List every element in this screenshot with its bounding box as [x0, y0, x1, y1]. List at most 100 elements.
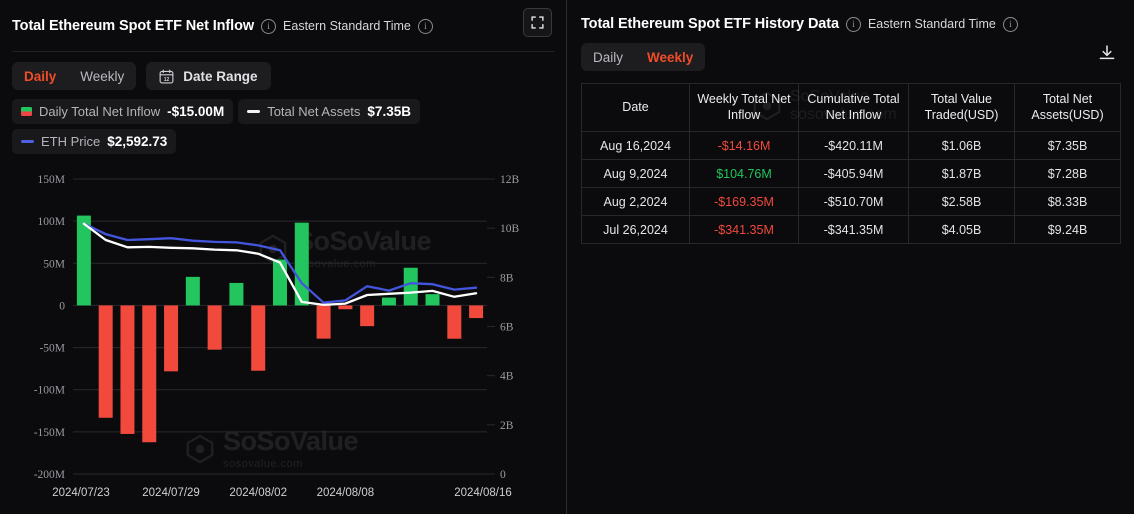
timezone-label: Eastern Standard Time [867, 17, 996, 31]
cell-total-net-assets: $9.24B [1014, 215, 1121, 244]
table-row[interactable]: Jul 26,2024 -$341.35M -$341.35M $4.05B $9.24… [581, 215, 1121, 244]
bar [447, 305, 462, 339]
legend-label: ETH Price [41, 134, 101, 149]
legend-daily-net-inflow[interactable]: Daily Total Net Inflow -$15.00M [12, 99, 234, 124]
timezone-label: Eastern Standard Time [283, 19, 411, 33]
legend-value: $2,592.73 [107, 134, 168, 149]
date-range-button[interactable]: 12 Date Range [146, 62, 271, 90]
cell-total-value-traded: $2.58B [908, 187, 1015, 216]
table-header-row: Date Weekly Total Net Inflow Cumulative … [581, 83, 1121, 132]
cell-total-net-assets: $8.33B [1014, 187, 1121, 216]
x-axis-tick-label: 2024/08/16 [454, 487, 512, 499]
bar [469, 305, 484, 319]
chart-legend: Daily Total Net Inflow -$15.00M Total Ne… [0, 90, 566, 154]
legend-label: Total Net Assets [267, 104, 361, 119]
calendar-icon: 12 [159, 69, 174, 84]
download-button[interactable] [1096, 42, 1118, 64]
col-date[interactable]: Date [581, 83, 690, 132]
y2-axis-tick-label: 6B [500, 322, 514, 334]
right-panel-header: Total Ethereum Spot ETF History Data i E… [567, 0, 1134, 32]
etf-dashboard: Total Ethereum Spot ETF Net Inflow i Eas… [0, 0, 1134, 514]
y2-axis-tick-label: 2B [500, 420, 514, 432]
tab-weekly[interactable]: Weekly [635, 43, 705, 71]
cell-weekly-net-inflow: -$169.35M [689, 187, 799, 216]
y-axis-tick-label: 50M [43, 258, 65, 270]
col-total-value-traded[interactable]: Total Value Traded(USD) [908, 83, 1015, 132]
x-axis-tick-label: 2024/07/29 [142, 487, 200, 499]
legend-eth-price[interactable]: ETH Price $2,592.73 [12, 129, 177, 154]
tab-weekly[interactable]: Weekly [68, 62, 136, 90]
y2-axis-tick-label: 4B [500, 371, 514, 383]
x-axis-tick-label: 2024/08/02 [229, 487, 287, 499]
y-axis-tick-label: -200M [34, 469, 65, 481]
cell-cumulative-net-inflow: -$341.35M [798, 215, 909, 244]
col-weekly-net-inflow[interactable]: Weekly Total Net Inflow [689, 83, 799, 132]
cell-total-value-traded: $4.05B [908, 215, 1015, 244]
bar [76, 215, 91, 306]
cell-date: Aug 9,2024 [581, 159, 690, 188]
y2-axis-tick-label: 10B [500, 223, 520, 235]
timezone-info-icon[interactable]: i [417, 18, 433, 34]
cell-weekly-net-inflow: -$14.16M [689, 131, 799, 160]
tab-daily[interactable]: Daily [12, 62, 68, 90]
bar [273, 259, 287, 306]
y2-axis-tick-label: 12B [500, 174, 520, 186]
cell-weekly-net-inflow: -$341.35M [689, 215, 799, 244]
fullscreen-button[interactable] [523, 8, 552, 37]
chart-canvas: 150M 100M 50M 0 -50M -100M -150M -200M 12B 10B 8B 6… [34, 174, 520, 499]
col-total-net-assets[interactable]: Total Net Assets(USD) [1014, 83, 1121, 132]
bar [164, 305, 179, 372]
timezone-info-icon[interactable]: i [1002, 16, 1018, 32]
history-table: Date Weekly Total Net Inflow Cumulative … [581, 83, 1121, 244]
history-data-panel: Total Ethereum Spot ETF History Data i E… [567, 0, 1134, 514]
line-marker-icon [247, 109, 261, 114]
left-panel-header: Total Ethereum Spot ETF Net Inflow i Eas… [0, 0, 566, 42]
y-axis-tick-label: -150M [34, 427, 65, 439]
cell-cumulative-net-inflow: -$510.70M [798, 187, 909, 216]
info-icon[interactable]: i [261, 18, 277, 34]
legend-value: $7.35B [367, 104, 411, 119]
bar [98, 305, 113, 418]
bar [185, 276, 200, 306]
bar [338, 305, 353, 310]
y-axis-tick-label: -100M [34, 385, 65, 397]
cell-total-value-traded: $1.06B [908, 131, 1015, 160]
left-toolbar: Daily Weekly 12 Date Range [0, 52, 566, 90]
x-axis-tick-label: 2024/07/23 [52, 487, 110, 499]
svg-text:12: 12 [164, 77, 170, 83]
y-axis-tick-label: 150M [38, 174, 65, 186]
bar [207, 305, 222, 350]
cell-total-net-assets: $7.35B [1014, 131, 1121, 160]
legend-total-net-assets[interactable]: Total Net Assets $7.35B [238, 99, 420, 124]
fullscreen-icon [531, 16, 544, 29]
cell-date: Jul 26,2024 [581, 215, 690, 244]
bar [229, 282, 244, 306]
table-row[interactable]: Aug 16,2024 -$14.16M -$420.11M $1.06B $7.35B [581, 131, 1121, 160]
y2-axis-tick-label: 8B [500, 272, 514, 284]
history-title: Total Ethereum Spot ETF History Data [581, 16, 839, 32]
cell-cumulative-net-inflow: -$420.11M [798, 131, 909, 160]
bar [381, 297, 396, 306]
tab-daily[interactable]: Daily [581, 43, 635, 71]
info-icon[interactable]: i [845, 16, 861, 32]
table-row[interactable]: Aug 9,2024 $104.76M -$405.94M $1.87B $7.28B [581, 159, 1121, 188]
legend-label: Daily Total Net Inflow [39, 104, 161, 119]
interval-toggle: Daily Weekly [12, 62, 137, 90]
net-inflow-panel: Total Ethereum Spot ETF Net Inflow i Eas… [0, 0, 567, 514]
y-axis-tick-label: 100M [38, 216, 65, 228]
bar [251, 305, 266, 371]
bar [120, 305, 135, 434]
col-cumulative-net-inflow[interactable]: Cumulative Total Net Inflow [798, 83, 909, 132]
y-axis-tick-label: 0 [59, 300, 65, 312]
date-range-label: Date Range [183, 68, 258, 84]
table-row[interactable]: Aug 2,2024 -$169.35M -$510.70M $2.58B $8.33B [581, 187, 1121, 216]
cell-cumulative-net-inflow: -$405.94M [798, 159, 909, 188]
download-icon [1099, 45, 1115, 60]
bar [360, 305, 375, 327]
bar [425, 294, 440, 306]
y-axis-tick-label: -50M [39, 343, 65, 355]
x-axis-tick-label: 2024/08/08 [317, 487, 375, 499]
legend-value: -$15.00M [167, 104, 225, 119]
cell-total-value-traded: $1.87B [908, 159, 1015, 188]
net-inflow-chart[interactable]: 150M 100M 50M 0 -50M -100M -150M -200M 12B 10B 8B 6… [0, 160, 567, 514]
